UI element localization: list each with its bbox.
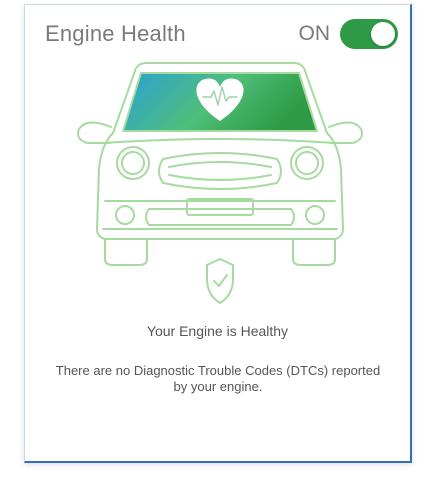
engine-health-toggle[interactable]	[340, 19, 398, 49]
toggle-knob	[371, 22, 395, 46]
engine-health-card: Engine Health ON Your Engine is Healthy …	[24, 4, 412, 463]
card-title: Engine Health	[45, 21, 186, 46]
toggle-state-label: ON	[298, 22, 331, 45]
status-description: There are no Diagnostic Trouble Codes (D…	[55, 363, 381, 394]
shield-check-icon	[206, 258, 234, 304]
engine-health-toggle-group: ON	[298, 19, 398, 49]
status-headline: Your Engine is Healthy	[146, 323, 289, 339]
car-illustration	[77, 62, 363, 304]
